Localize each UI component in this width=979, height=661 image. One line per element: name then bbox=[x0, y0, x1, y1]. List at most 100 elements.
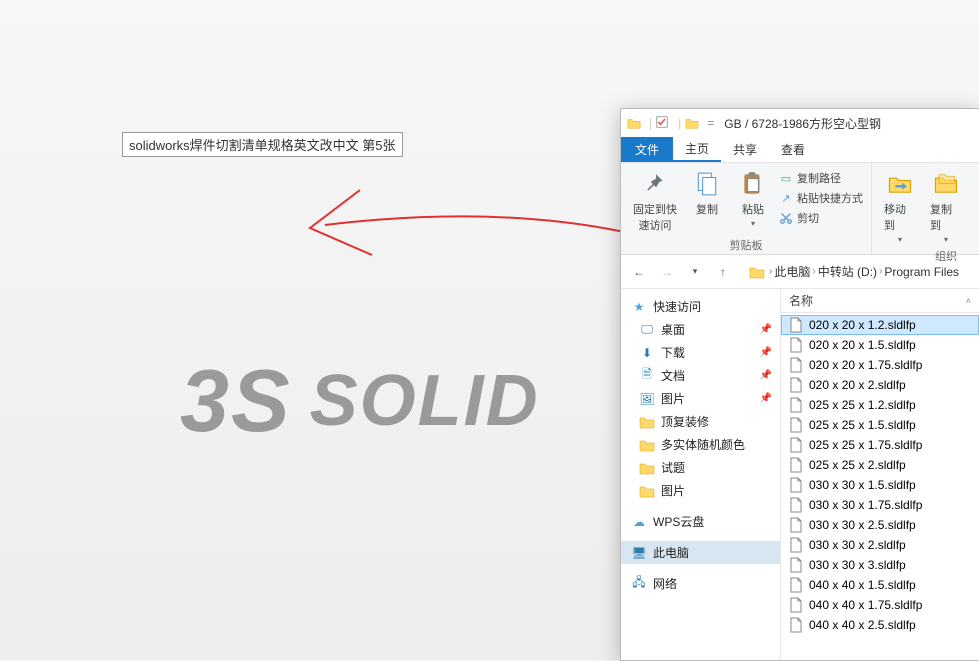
nav-network-label: 网络 bbox=[653, 575, 677, 592]
nav-folder[interactable]: 顶复装修 bbox=[621, 410, 780, 433]
copy-icon bbox=[692, 169, 722, 199]
file-icon bbox=[789, 617, 803, 633]
file-name: 020 x 20 x 2.sldlfp bbox=[809, 378, 906, 392]
computer-icon: 🖥 bbox=[631, 545, 647, 561]
nav-downloads[interactable]: ⬇ 下载 📌 bbox=[621, 341, 780, 364]
paste-button[interactable]: 粘贴 ▾ bbox=[733, 167, 773, 230]
file-row[interactable]: 040 x 40 x 1.75.sldlfp bbox=[781, 595, 979, 615]
desktop-icon: 🖵 bbox=[639, 322, 655, 338]
nav-desktop[interactable]: 🖵 桌面 📌 bbox=[621, 318, 780, 341]
file-icon bbox=[789, 417, 803, 433]
title-separator: | bbox=[649, 116, 652, 130]
nav-wps[interactable]: ☁ WPS云盘 bbox=[621, 510, 780, 533]
nav-folder-label: 图片 bbox=[661, 482, 685, 499]
pin-icon bbox=[640, 169, 670, 199]
paste-shortcut-button[interactable]: ↗ 粘贴快捷方式 bbox=[779, 189, 863, 207]
file-icon bbox=[789, 357, 803, 373]
file-row[interactable]: 020 x 20 x 1.75.sldlfp bbox=[781, 355, 979, 375]
tab-home[interactable]: 主页 bbox=[673, 137, 721, 162]
nav-quick-access[interactable]: ★ 快速访问 bbox=[621, 295, 780, 318]
file-row[interactable]: 025 x 25 x 1.2.sldlfp bbox=[781, 395, 979, 415]
copy-to-button[interactable]: 复制到 ▾ bbox=[926, 167, 966, 246]
nav-network[interactable]: 🖧 网络 bbox=[621, 572, 780, 595]
chevron-right-icon: › bbox=[769, 266, 772, 277]
file-name: 040 x 40 x 2.5.sldlfp bbox=[809, 618, 916, 632]
nav-folder[interactable]: 图片 bbox=[621, 479, 780, 502]
file-icon bbox=[789, 597, 803, 613]
move-to-button[interactable]: 移动到 ▾ bbox=[880, 167, 920, 246]
file-row[interactable]: 030 x 30 x 3.sldlfp bbox=[781, 555, 979, 575]
logo-word: SOLID bbox=[310, 360, 540, 442]
breadcrumb-item[interactable]: 此电脑 bbox=[774, 263, 810, 280]
file-row[interactable]: 025 x 25 x 2.sldlfp bbox=[781, 455, 979, 475]
breadcrumb-folder-icon bbox=[749, 264, 765, 280]
solidworks-logo: 3S SOLID bbox=[180, 350, 540, 452]
pin-icon: 📌 bbox=[760, 393, 772, 404]
file-row[interactable]: 030 x 30 x 2.sldlfp bbox=[781, 535, 979, 555]
file-row[interactable]: 030 x 30 x 1.75.sldlfp bbox=[781, 495, 979, 515]
file-row[interactable]: 040 x 40 x 2.5.sldlfp bbox=[781, 615, 979, 635]
cut-label: 剪切 bbox=[797, 210, 819, 226]
column-name[interactable]: 名称 bbox=[789, 292, 946, 309]
file-name: 030 x 30 x 2.sldlfp bbox=[809, 538, 906, 552]
copy-button[interactable]: 复制 bbox=[687, 167, 727, 219]
file-name: 025 x 25 x 2.sldlfp bbox=[809, 458, 906, 472]
nav-recent-caret[interactable]: ▾ bbox=[683, 260, 707, 284]
file-row[interactable]: 020 x 20 x 1.2.sldlfp bbox=[781, 315, 979, 335]
file-column-header[interactable]: 名称 ˄ bbox=[781, 289, 979, 313]
clipboard-group-label: 剪贴板 bbox=[629, 235, 863, 253]
breadcrumb-item[interactable]: Program Files bbox=[884, 265, 959, 279]
file-name: 040 x 40 x 1.75.sldlfp bbox=[809, 598, 922, 612]
file-icon bbox=[789, 577, 803, 593]
title-separator-2: | bbox=[678, 116, 681, 130]
nav-quick-label: 快速访问 bbox=[653, 298, 701, 315]
annotation-caption: solidworks焊件切割清单规格英文改中文 第5张 bbox=[122, 132, 403, 157]
copy-path-button[interactable]: ▭ 复制路径 bbox=[779, 169, 863, 187]
nav-forward-button[interactable]: → bbox=[655, 260, 679, 284]
tab-share[interactable]: 共享 bbox=[721, 137, 769, 162]
nav-folder-label: 顶复装修 bbox=[661, 413, 709, 430]
file-row[interactable]: 020 x 20 x 2.sldlfp bbox=[781, 375, 979, 395]
tab-view[interactable]: 查看 bbox=[769, 137, 817, 162]
download-icon: ⬇ bbox=[639, 345, 655, 361]
file-row[interactable]: 030 x 30 x 2.5.sldlfp bbox=[781, 515, 979, 535]
file-row[interactable]: 040 x 40 x 1.5.sldlfp bbox=[781, 575, 979, 595]
star-icon: ★ bbox=[631, 299, 647, 315]
copy-to-icon bbox=[931, 169, 961, 199]
cut-button[interactable]: 剪切 bbox=[779, 209, 863, 227]
folder-icon bbox=[627, 116, 641, 130]
nav-back-button[interactable]: ← bbox=[627, 260, 651, 284]
nav-folder[interactable]: 试题 bbox=[621, 456, 780, 479]
file-name: 020 x 20 x 1.2.sldlfp bbox=[809, 318, 916, 332]
file-row[interactable]: 025 x 25 x 1.5.sldlfp bbox=[781, 415, 979, 435]
file-row[interactable]: 030 x 30 x 1.5.sldlfp bbox=[781, 475, 979, 495]
breadcrumb[interactable]: › 此电脑 › 中转站 (D:) › Program Files bbox=[769, 263, 959, 280]
ribbon: 固定到快 速访问 复制 粘贴 ▾ ▭ bbox=[621, 163, 979, 255]
nav-documents[interactable]: 🗎 文档 📌 bbox=[621, 364, 780, 387]
folder-icon bbox=[639, 437, 655, 453]
nav-up-button[interactable]: ↑ bbox=[711, 260, 735, 284]
pin-to-quick-button[interactable]: 固定到快 速访问 bbox=[629, 167, 681, 235]
ribbon-group-clipboard: 固定到快 速访问 复制 粘贴 ▾ ▭ bbox=[621, 163, 872, 254]
file-icon bbox=[789, 377, 803, 393]
delete-button[interactable]: 删除 bbox=[972, 167, 979, 219]
file-row[interactable]: 020 x 20 x 1.5.sldlfp bbox=[781, 335, 979, 355]
move-to-label: 移动到 bbox=[884, 201, 916, 233]
explorer-window: | | = GB / 6728-1986方形空心型钢 文件 主页 共享 查看 固… bbox=[620, 108, 979, 661]
ds-mark: 3S bbox=[180, 350, 292, 452]
documents-icon: 🗎 bbox=[639, 368, 655, 384]
file-icon bbox=[789, 537, 803, 553]
nav-pictures[interactable]: 🖼 图片 📌 bbox=[621, 387, 780, 410]
nav-this-pc[interactable]: 🖥 此电脑 bbox=[621, 541, 780, 564]
file-pane: 名称 ˄ 020 x 20 x 1.2.sldlfp 020 x 20 x 1.5… bbox=[781, 289, 979, 660]
folder-icon bbox=[639, 483, 655, 499]
breadcrumb-item[interactable]: 中转站 (D:) bbox=[818, 263, 877, 280]
copy-path-label: 复制路径 bbox=[797, 170, 841, 186]
file-row[interactable]: 025 x 25 x 1.75.sldlfp bbox=[781, 435, 979, 455]
nav-folder-label: 试题 bbox=[661, 459, 685, 476]
folder-icon bbox=[639, 414, 655, 430]
file-icon bbox=[789, 457, 803, 473]
nav-folder[interactable]: 多实体随机颜色 bbox=[621, 433, 780, 456]
pin-icon: 📌 bbox=[760, 347, 772, 358]
tab-file[interactable]: 文件 bbox=[621, 137, 673, 162]
